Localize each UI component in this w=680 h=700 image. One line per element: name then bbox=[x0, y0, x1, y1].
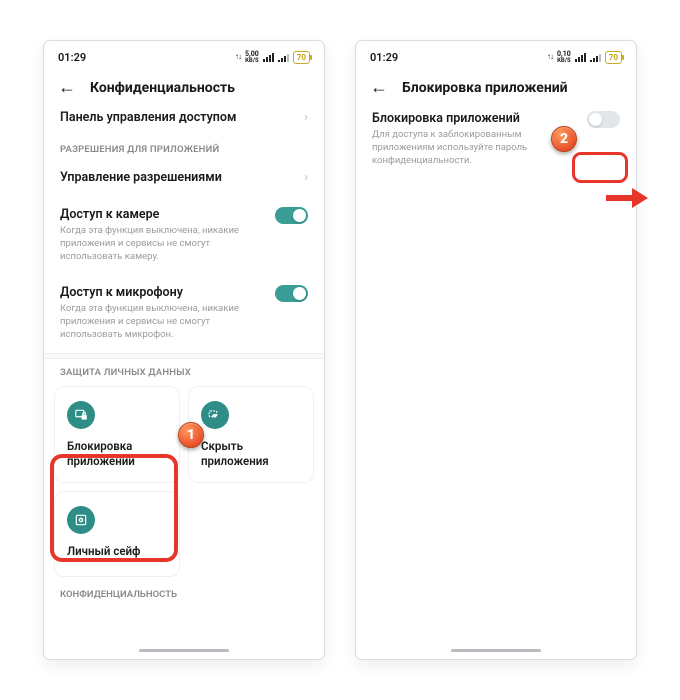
row-microphone-access[interactable]: Доступ к микрофону Когда эта функция вык… bbox=[44, 274, 324, 352]
camera-toggle[interactable] bbox=[275, 207, 308, 224]
row-subtext: Когда эта функция выключена, никакие при… bbox=[60, 303, 250, 341]
row-camera-access[interactable]: Доступ к камере Когда эта функция выключ… bbox=[44, 196, 324, 274]
page-title: Конфиденциальность bbox=[90, 80, 235, 96]
row-label: Панель управления доступом bbox=[60, 110, 236, 125]
hide-apps-icon bbox=[201, 401, 229, 429]
back-icon[interactable]: ← bbox=[370, 79, 388, 97]
nav-pill[interactable] bbox=[451, 649, 541, 652]
status-indicators: ↑↓ 0,10 KB/S 70 bbox=[547, 51, 622, 64]
header: ← Конфиденциальность bbox=[44, 69, 324, 99]
phone-app-lock-screen: 01:29 ↑↓ 0,10 KB/S 70 ← Блокировка прило… bbox=[356, 41, 636, 659]
gesture-bar bbox=[356, 645, 636, 659]
signal-icon bbox=[278, 52, 289, 62]
nav-pill[interactable] bbox=[139, 649, 229, 652]
row-label: Доступ к микрофону bbox=[60, 285, 250, 300]
network-arrows-icon: ↑↓ bbox=[547, 53, 553, 61]
phone-privacy-screen: 01:29 ↑↓ 5,00 KB/S 70 ← Конфиденциальнос… bbox=[44, 41, 324, 659]
safe-icon bbox=[67, 506, 95, 534]
app-lock-icon bbox=[67, 401, 95, 429]
network-speed: 0,10 KB/S bbox=[557, 51, 571, 64]
row-label: Доступ к камере bbox=[60, 207, 250, 222]
back-icon[interactable]: ← bbox=[58, 79, 76, 97]
content-scroll[interactable]: Панель управления доступом › РАЗРЕШЕНИЯ … bbox=[44, 99, 324, 645]
section-app-permissions: РАЗРЕШЕНИЯ ДЛЯ ПРИЛОЖЕНИЙ bbox=[44, 136, 324, 159]
chevron-right-icon: › bbox=[304, 170, 308, 185]
row-app-lock-master[interactable]: Блокировка приложений Для доступа к забл… bbox=[356, 101, 636, 177]
row-subtext: Когда эта функция выключена, никакие при… bbox=[60, 225, 250, 263]
row-label: Блокировка приложений bbox=[372, 111, 552, 126]
row-access-control-panel[interactable]: Панель управления доступом › bbox=[44, 99, 324, 136]
wifi-icon bbox=[263, 52, 274, 62]
privacy-cards: Блокировка приложений Скрыть приложения … bbox=[44, 382, 324, 577]
card-title: Личный сейф bbox=[67, 544, 167, 560]
content-scroll[interactable]: Блокировка приложений Для доступа к забл… bbox=[356, 99, 636, 645]
status-bar: 01:29 ↑↓ 5,00 KB/S 70 bbox=[44, 41, 324, 69]
header: ← Блокировка приложений bbox=[356, 69, 636, 99]
status-indicators: ↑↓ 5,00 KB/S 70 bbox=[235, 51, 310, 64]
card-title: Скрыть приложения bbox=[201, 439, 301, 470]
page-title: Блокировка приложений bbox=[402, 80, 568, 96]
network-arrows-icon: ↑↓ bbox=[235, 53, 241, 61]
card-private-safe[interactable]: Личный сейф bbox=[54, 491, 180, 577]
arrow-right-icon bbox=[606, 185, 648, 211]
row-subtext: Для доступа к заблокированным приложения… bbox=[372, 129, 552, 167]
signal-icon bbox=[590, 52, 601, 62]
wifi-icon bbox=[575, 52, 586, 62]
gesture-bar bbox=[44, 645, 324, 659]
chevron-right-icon: › bbox=[304, 110, 308, 125]
row-manage-permissions[interactable]: Управление разрешениями › bbox=[44, 159, 324, 196]
section-personal-data: ЗАЩИТА ЛИЧНЫХ ДАННЫХ bbox=[44, 359, 324, 382]
status-time: 01:29 bbox=[370, 51, 398, 64]
section-confidentiality-truncated: КОНФИДЕНЦИАЛЬНОСТЬ bbox=[44, 577, 324, 600]
card-app-lock[interactable]: Блокировка приложений bbox=[54, 386, 180, 483]
battery-indicator: 70 bbox=[293, 51, 310, 64]
app-lock-toggle[interactable] bbox=[587, 111, 620, 128]
status-time: 01:29 bbox=[58, 51, 86, 64]
card-hide-apps[interactable]: Скрыть приложения bbox=[188, 386, 314, 483]
microphone-toggle[interactable] bbox=[275, 285, 308, 302]
battery-indicator: 70 bbox=[605, 51, 622, 64]
callout-step-2: 2 bbox=[551, 126, 577, 152]
row-label: Управление разрешениями bbox=[60, 170, 222, 185]
status-bar: 01:29 ↑↓ 0,10 KB/S 70 bbox=[356, 41, 636, 69]
card-title: Блокировка приложений bbox=[67, 439, 167, 470]
network-speed: 5,00 KB/S bbox=[245, 51, 259, 64]
callout-step-1: 1 bbox=[178, 422, 204, 448]
